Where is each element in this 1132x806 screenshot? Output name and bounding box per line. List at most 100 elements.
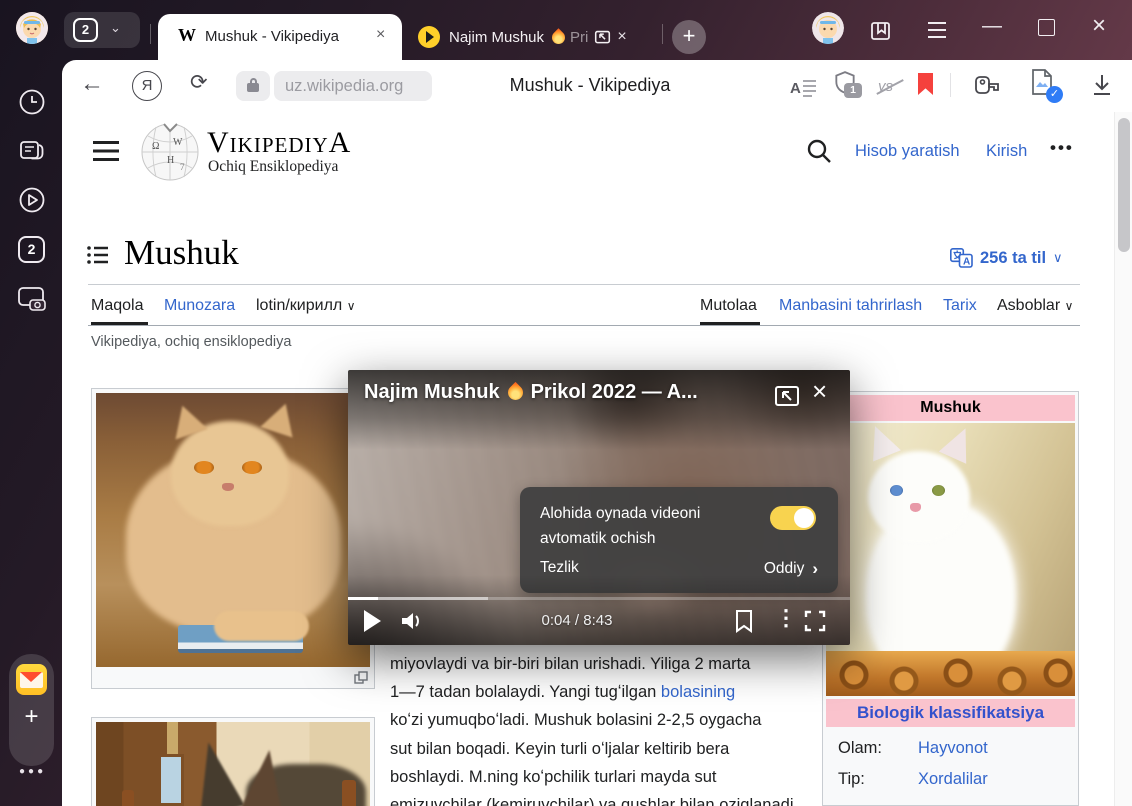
create-account-link[interactable]: Hisob yaratish bbox=[855, 142, 960, 161]
kitten-photo[interactable] bbox=[826, 423, 1075, 696]
turbo-disabled-icon[interactable]: ys bbox=[876, 76, 904, 98]
body-text: 1—7 tadan bolalaydi. Yangi tugʻilgan bbox=[390, 683, 661, 701]
row-value-link[interactable]: Hayvonot bbox=[918, 739, 988, 758]
chevron-down-icon: ⌄ bbox=[110, 20, 121, 36]
scrollbar-thumb[interactable] bbox=[1118, 118, 1130, 252]
exit-pip-icon[interactable] bbox=[774, 383, 800, 409]
video-player-overlay[interactable]: Najim Mushuk Prikol 2022 — A... × Alohid… bbox=[348, 370, 850, 645]
maximize-button[interactable] bbox=[1038, 19, 1055, 36]
progress-played bbox=[348, 597, 378, 600]
language-selector[interactable]: A 256 ta til ∨ bbox=[950, 248, 1063, 268]
tab-divider bbox=[150, 24, 151, 44]
tab-counter[interactable]: 2 ⌄ bbox=[64, 12, 140, 48]
cat-photo-2[interactable] bbox=[96, 722, 370, 806]
variant-label: lotin/кирилл bbox=[256, 297, 342, 314]
download-icon[interactable] bbox=[1090, 72, 1114, 98]
pip-indicator-icon[interactable] bbox=[594, 29, 611, 46]
flame-icon bbox=[504, 382, 525, 403]
kitten-eye-green bbox=[932, 485, 945, 496]
profile-avatar[interactable] bbox=[16, 12, 48, 44]
row-label: Olam: bbox=[838, 739, 918, 758]
taxobox-section[interactable]: Biologik klassifikatsiya bbox=[826, 699, 1075, 727]
wiki-menu-icon[interactable] bbox=[92, 140, 120, 162]
toggle-knob bbox=[794, 508, 814, 528]
auto-pip-toggle[interactable] bbox=[770, 506, 816, 530]
body-line: boshlaydi. M.ning koʻpchilik turlari may… bbox=[390, 763, 820, 791]
fullscreen-icon[interactable] bbox=[804, 610, 826, 632]
scrollbar-track[interactable] bbox=[1114, 112, 1132, 806]
tab-talk[interactable]: Munozara bbox=[164, 297, 235, 315]
wiki-wordmark[interactable]: VikipediyA bbox=[207, 126, 351, 160]
close-tab-icon[interactable]: × bbox=[617, 28, 626, 46]
check-badge: ✓ bbox=[1046, 86, 1063, 103]
video-play-favicon bbox=[418, 26, 440, 48]
sign-in-link[interactable]: Kirish bbox=[986, 142, 1027, 161]
save-bookmark-icon[interactable] bbox=[734, 609, 754, 633]
row-label: Tip: bbox=[838, 770, 918, 789]
page-title: Mushuk - Vikipediya bbox=[420, 75, 760, 96]
close-window-button[interactable]: × bbox=[1092, 16, 1106, 36]
bookmarks-panel-icon[interactable] bbox=[868, 17, 894, 43]
menu-icon[interactable] bbox=[926, 21, 948, 39]
wikipedia-logo[interactable]: Ω W H 7 bbox=[140, 118, 200, 184]
thumbnail-expand-icon[interactable] bbox=[354, 671, 368, 684]
cat-photo[interactable] bbox=[96, 393, 370, 667]
cat2-ear-right bbox=[241, 747, 293, 806]
feed-icon[interactable] bbox=[18, 137, 46, 165]
account-avatar[interactable] bbox=[812, 12, 844, 44]
cat-thumbnail-frame-2 bbox=[91, 717, 375, 806]
shield-badge: 1 bbox=[844, 83, 862, 98]
screenshot-icon[interactable] bbox=[16, 284, 48, 314]
toc-icon[interactable] bbox=[87, 245, 109, 265]
volume-icon[interactable] bbox=[400, 610, 424, 632]
sidebar-more-icon[interactable]: ●●● bbox=[19, 766, 46, 777]
password-manager-icon[interactable] bbox=[972, 70, 1002, 100]
chair-post bbox=[122, 790, 134, 806]
cat-nose bbox=[222, 483, 234, 491]
tools-menu[interactable]: Asboblar ∨ bbox=[997, 297, 1073, 315]
tab-wikipedia[interactable]: W Mushuk - Vikipediya × bbox=[158, 14, 402, 60]
tab-history[interactable]: Tarix bbox=[943, 297, 977, 315]
tab-article[interactable]: Maqola bbox=[91, 297, 143, 315]
site-tagline: Vikipediya, ochiq ensiklopediya bbox=[91, 334, 291, 350]
new-tab-button[interactable]: + bbox=[672, 20, 706, 54]
row-value-link[interactable]: Xordalilar bbox=[918, 770, 988, 789]
cat-eye-left bbox=[194, 461, 214, 474]
video-service-icon[interactable] bbox=[18, 186, 46, 214]
wiki-link[interactable]: bolasining bbox=[661, 683, 735, 701]
close-tab-icon[interactable]: × bbox=[376, 26, 385, 44]
more-menu-icon[interactable]: ⋮ bbox=[775, 605, 797, 631]
reload-icon[interactable]: ⟳ bbox=[190, 70, 208, 95]
history-icon[interactable] bbox=[18, 88, 46, 116]
cat-paw bbox=[214, 611, 309, 641]
body-line: sut bilan boqadi. Keyin turli oʻljalar k… bbox=[390, 735, 820, 763]
variant-selector[interactable]: lotin/кирилл ∨ bbox=[256, 297, 356, 315]
page-capture-icon[interactable]: ✓ bbox=[1030, 68, 1066, 106]
play-icon[interactable] bbox=[364, 610, 381, 632]
taxobox: Mushuk Biologik klassifikatsiya Olam: Ha… bbox=[822, 391, 1079, 806]
adblock-shield-icon[interactable]: 1 bbox=[832, 70, 866, 104]
back-icon[interactable]: ← bbox=[80, 70, 104, 98]
svg-text:7: 7 bbox=[180, 162, 185, 172]
yandex-services-icon[interactable]: Я bbox=[132, 71, 162, 101]
tab-video[interactable]: Najim Mushuk Pri × bbox=[408, 14, 650, 60]
minimize-button[interactable]: — bbox=[982, 16, 1002, 36]
svg-text:Ω: Ω bbox=[152, 141, 159, 152]
progress-bar[interactable] bbox=[348, 597, 850, 600]
language-icon: A bbox=[950, 248, 973, 268]
tabs-panel-icon[interactable]: 2 bbox=[18, 236, 45, 263]
yandex-mail-icon[interactable] bbox=[16, 664, 47, 695]
tab-edit-source[interactable]: Manbasini tahrirlash bbox=[779, 297, 922, 315]
add-service-button[interactable]: + bbox=[20, 706, 43, 729]
tab-read[interactable]: Mutolaa bbox=[700, 297, 757, 315]
envelope-flap bbox=[20, 672, 42, 682]
avatar-art bbox=[812, 12, 844, 44]
close-player-icon[interactable]: × bbox=[812, 376, 827, 407]
site-security-badge[interactable] bbox=[236, 71, 270, 101]
cat2-ear-left bbox=[183, 737, 245, 806]
search-icon[interactable] bbox=[806, 138, 832, 164]
address-bar[interactable]: uz.wikipedia.org bbox=[274, 71, 432, 101]
body-line: 1—7 tadan bolalaydi. Yangi tugʻilgan bol… bbox=[390, 678, 820, 706]
translate-icon[interactable]: A bbox=[790, 76, 818, 98]
more-options-icon[interactable]: ••• bbox=[1050, 138, 1074, 158]
